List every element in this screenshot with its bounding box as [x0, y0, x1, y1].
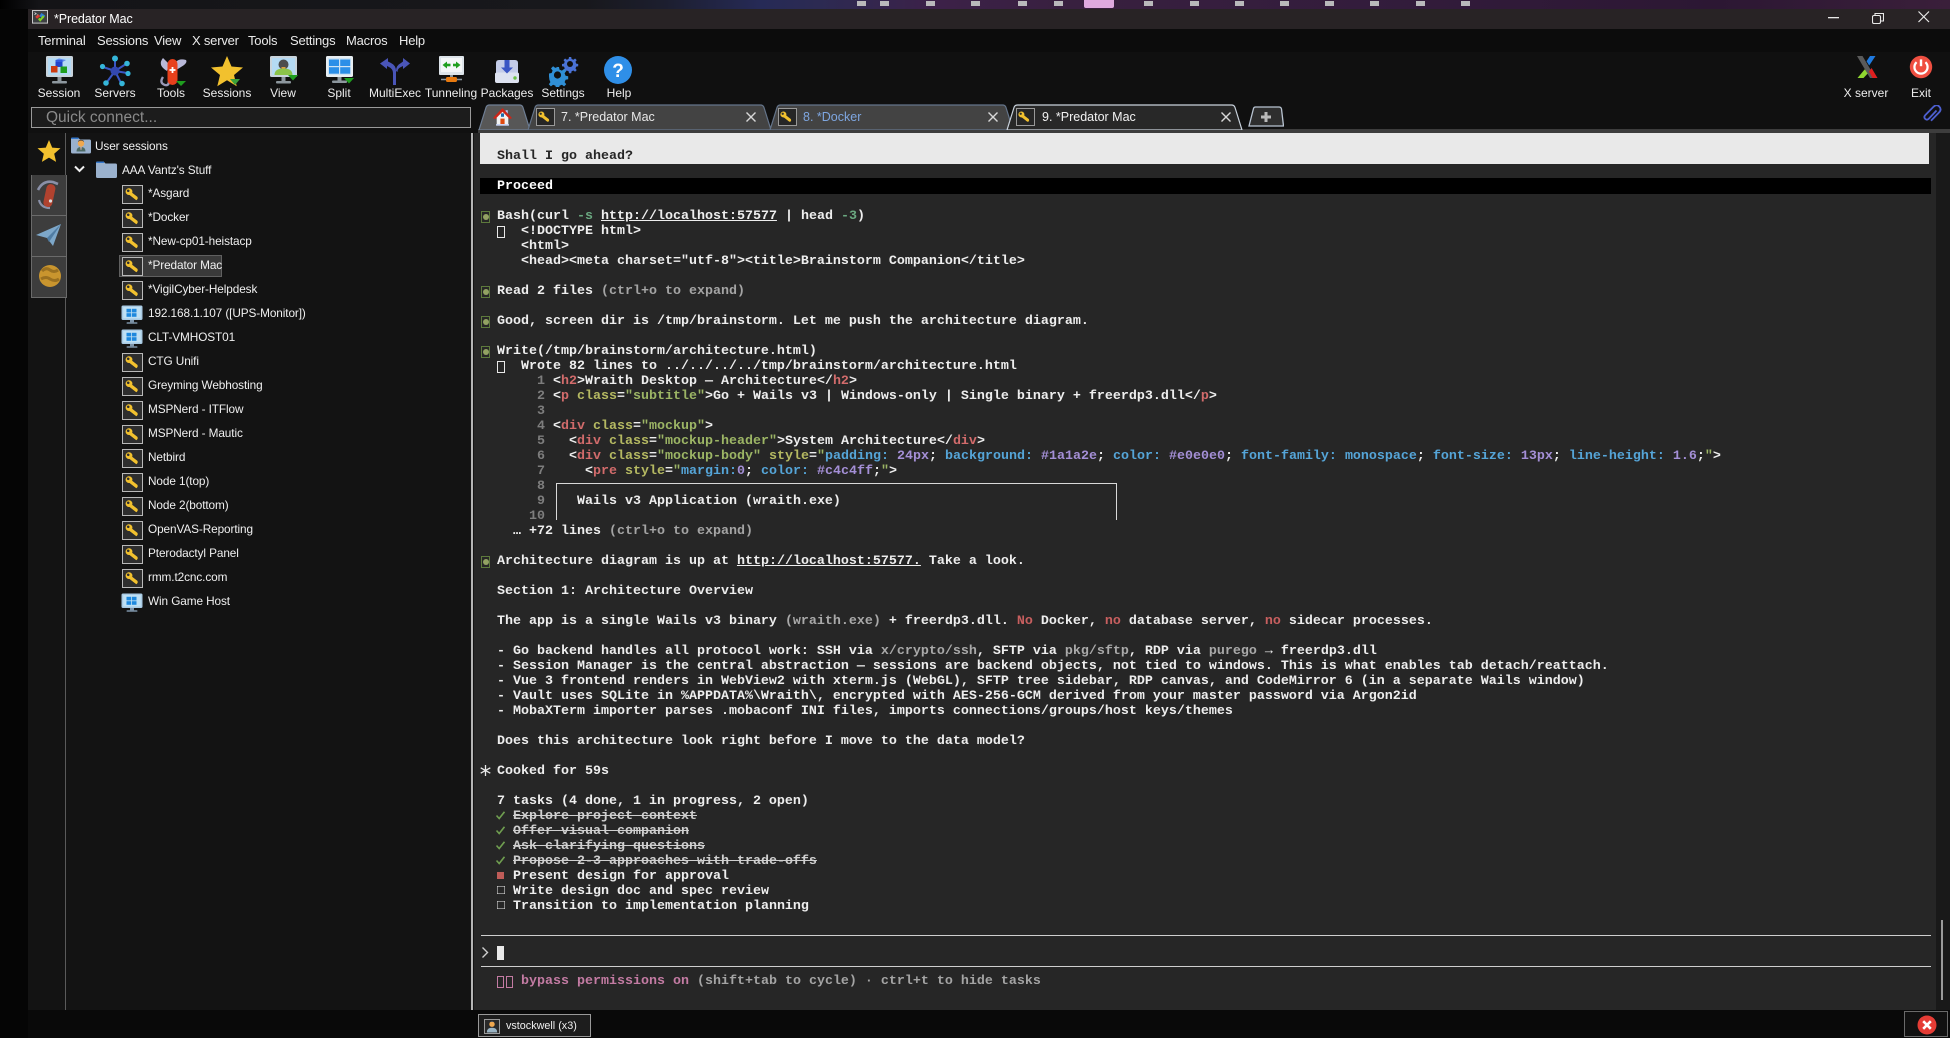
svg-text:?: ?	[612, 61, 624, 82]
